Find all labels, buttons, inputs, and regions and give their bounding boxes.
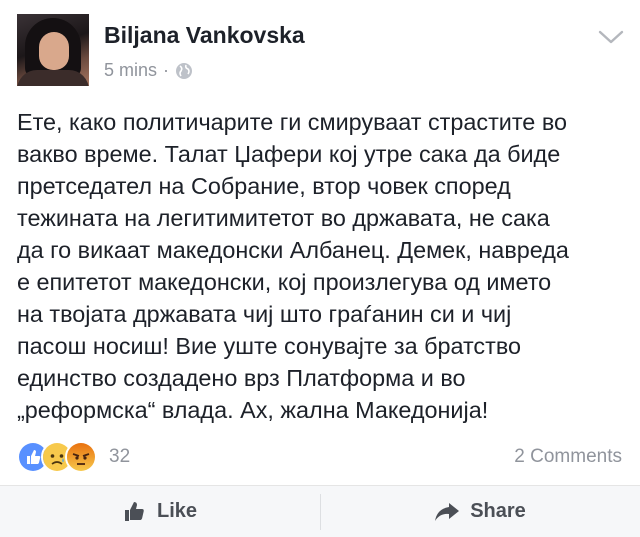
post-text: Ете, како политичарите ги смируваат стра… [17,106,629,426]
post-header: Biljana Vankovska 5 mins · [0,0,640,100]
post-text-line: вакво време. Талат Џафери кој утре сака … [17,141,561,167]
post-text-line: пасош носиш! Вие уште сонувајте за братс… [17,333,522,359]
comments-link[interactable]: 2 Comments [514,446,622,468]
post-text-line: на твојата државата чиј што граѓанин си … [17,301,512,327]
thumbs-up-icon [124,501,144,521]
share-arrow-icon [435,502,460,521]
post-text-line: тежината на легитимитетот во државата, н… [17,205,550,231]
post-text-line: единство создадено врз Платформа и во [17,365,466,391]
angry-icon [65,441,97,473]
reactions-summary[interactable]: 32 [17,441,130,473]
post-text-line: да го викаат македонски Албанец. Демек, … [17,237,569,263]
chevron-down-icon[interactable] [597,27,625,47]
action-bar: Like Share [0,486,640,537]
post-time[interactable]: 5 mins [104,60,157,81]
post-text-line: претседател на Собрание, втор човек спор… [17,173,511,199]
post-text-line: Ете, како политичарите ги смируваат стра… [17,109,567,135]
like-button[interactable]: Like [0,486,320,537]
share-button[interactable]: Share [320,486,640,537]
author-name[interactable]: Biljana Vankovska [104,22,305,49]
share-label: Share [470,500,526,522]
post-meta: 5 mins · [104,60,193,81]
avatar[interactable] [17,14,89,86]
post-text-line: „реформска“ влада. Ах, жална Македонија! [17,397,489,423]
reaction-count: 32 [109,446,131,467]
meta-separator: · [163,60,170,80]
globe-icon[interactable] [175,62,193,80]
post-text-line: е епитетот македонски, кој произлегува о… [17,269,552,295]
like-label: Like [156,500,198,522]
